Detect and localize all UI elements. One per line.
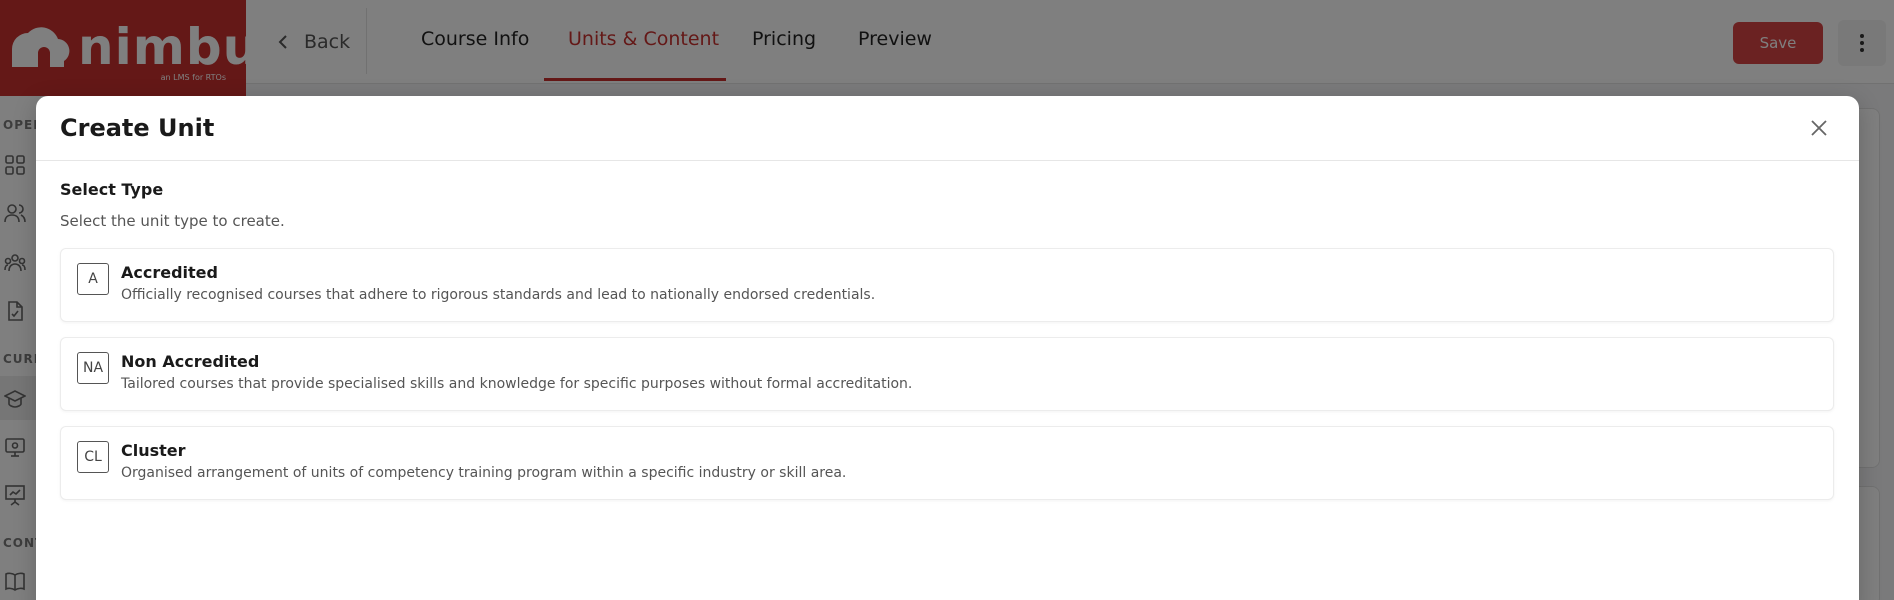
option-badge: CL	[77, 441, 109, 473]
close-icon	[1811, 120, 1827, 136]
section-title: Select Type	[60, 180, 164, 199]
option-title: Non Accredited	[121, 352, 260, 371]
unit-type-option-cluster[interactable]: CL Cluster Organised arrangement of unit…	[60, 426, 1834, 500]
section-subtitle: Select the unit type to create.	[60, 212, 285, 230]
option-title: Cluster	[121, 441, 186, 460]
modal-title: Create Unit	[60, 114, 215, 142]
option-badge: A	[77, 263, 109, 295]
modal-header: Create Unit	[36, 96, 1859, 161]
unit-type-option-non-accredited[interactable]: NA Non Accredited Tailored courses that …	[60, 337, 1834, 411]
option-badge: NA	[77, 352, 109, 384]
option-description: Tailored courses that provide specialise…	[121, 376, 913, 392]
option-description: Officially recognised courses that adher…	[121, 287, 876, 303]
option-title: Accredited	[121, 263, 218, 282]
close-button[interactable]	[1807, 116, 1831, 140]
create-unit-modal: Create Unit Select Type Select the unit …	[36, 96, 1859, 600]
option-description: Organised arrangement of units of compet…	[121, 465, 847, 481]
unit-type-option-accredited[interactable]: A Accredited Officially recognised cours…	[60, 248, 1834, 322]
